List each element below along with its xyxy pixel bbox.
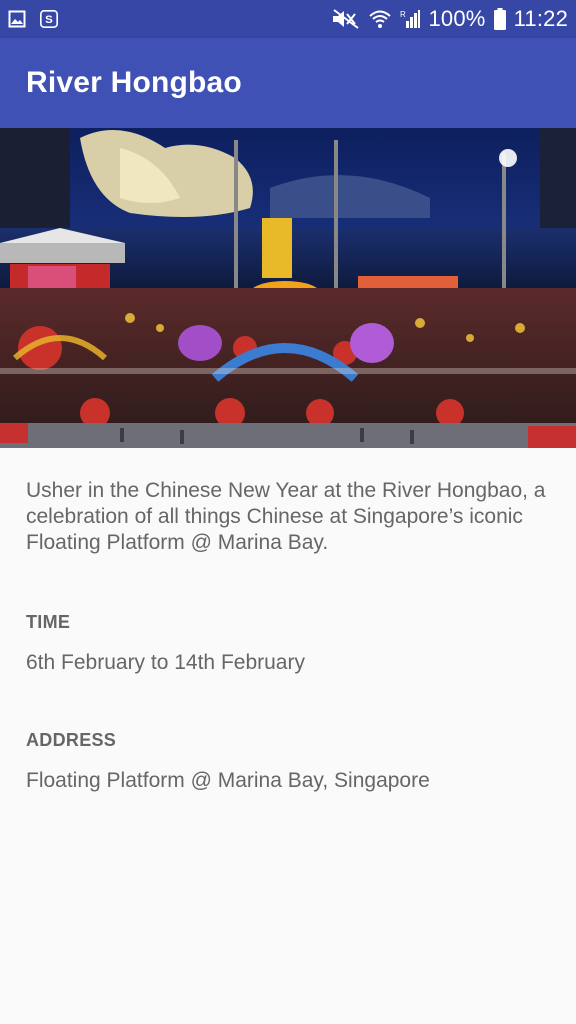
clock: 11:22 xyxy=(513,6,568,31)
battery-icon xyxy=(493,8,506,30)
status-bar: S R 100% 11:22 xyxy=(0,0,576,38)
app-bar: River Hongbao xyxy=(0,38,576,128)
mute-icon xyxy=(331,9,361,29)
svg-text:R: R xyxy=(400,10,406,19)
address-label: ADDRESS xyxy=(26,730,117,750)
time-value: 6th February to 14th February xyxy=(26,651,305,674)
battery-percent: 100% xyxy=(428,6,486,31)
signal-icon: R xyxy=(399,10,421,28)
event-description: Usher in the Chinese New Year at the Riv… xyxy=(26,479,546,554)
s-app-icon: S xyxy=(40,10,58,28)
event-photo xyxy=(0,128,576,448)
time-label: TIME xyxy=(26,612,71,632)
svg-text:S: S xyxy=(45,14,53,26)
address-value: Floating Platform @ Marina Bay, Singapor… xyxy=(26,769,430,792)
event-details: Usher in the Chinese New Year at the Riv… xyxy=(26,478,556,793)
wifi-icon xyxy=(368,10,391,28)
app-bar-title: River Hongbao xyxy=(26,66,242,99)
image-icon xyxy=(8,10,26,28)
